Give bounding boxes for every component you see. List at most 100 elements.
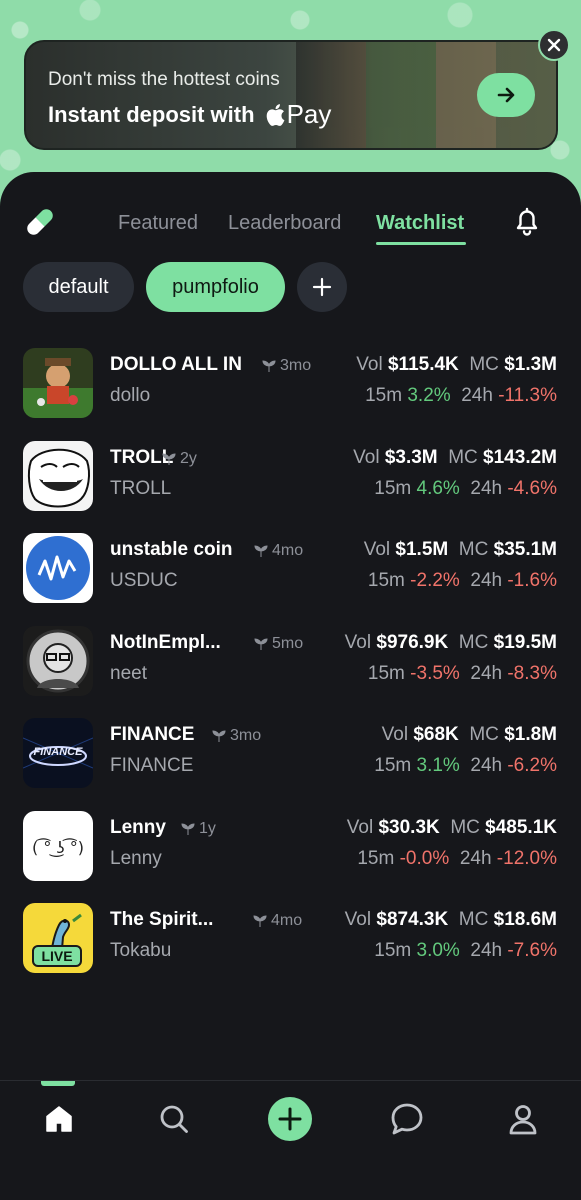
arrow-right-icon	[497, 87, 515, 103]
coin-vol-mc: Vol $68K MC $1.8M	[382, 724, 557, 746]
coin-age: 2y	[162, 450, 197, 468]
h24-change: -8.3%	[507, 663, 557, 684]
h24-change: -6.2%	[507, 755, 557, 776]
m15-label: 15m	[365, 385, 403, 406]
coin-ticker: FINANCE	[110, 755, 194, 776]
mc-label: MC	[469, 724, 499, 745]
pill-logo-icon	[26, 208, 54, 236]
vol-value: $1.5M	[395, 539, 449, 560]
coin-row[interactable]: FINANCE FINANCE FINANCE 3mo Vol $68K MC $1.8…	[0, 718, 581, 798]
coin-row[interactable]: unstable coin USDUC 4mo Vol $1.5M MC $35.1M…	[0, 533, 581, 613]
banner-close-button[interactable]	[538, 29, 570, 61]
h24-label: 24h	[470, 478, 503, 499]
coin-name: unstable coin	[110, 539, 233, 560]
h24-label: 24h	[459, 848, 492, 869]
vol-value: $68K	[413, 724, 459, 745]
nav-create[interactable]	[268, 1097, 312, 1141]
coin-vol-mc: Vol $1.5M MC $35.1M	[364, 539, 557, 561]
coin-name: DOLLO ALL IN	[110, 354, 242, 375]
coin-row[interactable]: ( ͡° ͜ʖ ͡°) Lenny Lenny 1y Vol $30.3K MC $48…	[0, 811, 581, 891]
h24-change: -7.6%	[507, 940, 557, 961]
active-tab-underline	[376, 242, 466, 245]
m15-change: 4.6%	[416, 478, 460, 499]
tab-featured[interactable]: Featured	[118, 212, 198, 235]
coin-avatar: FINANCE	[23, 718, 93, 788]
coin-age: 1y	[181, 820, 216, 838]
mc-value: $1.3M	[504, 354, 557, 375]
apple-icon	[266, 103, 284, 126]
vol-label: Vol	[353, 447, 380, 468]
coin-name: Lenny	[110, 817, 166, 838]
coin-vol-mc: Vol $30.3K MC $485.1K	[347, 817, 557, 839]
coin-row[interactable]: TROLL TROLL 2y Vol $3.3M MC $143.2M 15m 4.6%…	[0, 441, 581, 521]
h24-label: 24h	[470, 663, 503, 684]
m15-label: 15m	[374, 478, 412, 499]
lenny-face-text: ( ͡° ͜ʖ ͡°)	[32, 837, 84, 858]
bell-icon[interactable]	[510, 204, 544, 238]
tab-leaderboard[interactable]: Leaderboard	[228, 212, 341, 235]
nav-home[interactable]	[37, 1097, 81, 1141]
m15-change: -0.0%	[399, 848, 450, 869]
coin-changes: 15m 3.1% 24h -6.2%	[374, 755, 557, 777]
tab-watchlist[interactable]: Watchlist	[376, 212, 464, 235]
vol-value: $874.3K	[376, 909, 449, 930]
sprout-icon	[254, 638, 268, 650]
sprout-icon	[262, 360, 276, 372]
coin-changes: 15m 3.0% 24h -7.6%	[374, 940, 557, 962]
sprout-icon	[254, 545, 268, 557]
mc-label: MC	[469, 354, 499, 375]
watchlist-chip-default[interactable]: default	[23, 262, 134, 312]
sprout-icon	[253, 915, 267, 927]
mc-value: $35.1M	[493, 539, 557, 560]
vol-label: Vol	[346, 817, 374, 838]
m15-change: -2.2%	[410, 570, 460, 591]
watchlist-chip-pumpfolio[interactable]: pumpfolio	[146, 262, 285, 312]
mc-value: $143.2M	[483, 447, 557, 468]
profile-icon	[509, 1105, 537, 1135]
coin-ticker: dollo	[110, 385, 151, 406]
coin-vol-mc: Vol $115.4K MC $1.3M	[356, 354, 557, 376]
banner-deposit-text: Instant deposit with	[48, 101, 255, 127]
nav-profile[interactable]	[501, 1097, 545, 1141]
coin-avatar	[23, 626, 93, 696]
coin-row[interactable]: DOLLO ALL IN dollo 3mo Vol $115.4K MC $1.3M…	[0, 348, 581, 428]
search-icon	[160, 1105, 188, 1133]
coin-vol-mc: Vol $976.9K MC $19.5M	[345, 632, 557, 654]
h24-change: -12.0%	[496, 848, 557, 869]
coin-age: 3mo	[212, 727, 261, 745]
coin-age-text: 5mo	[272, 635, 304, 652]
mc-label: MC	[448, 447, 478, 468]
coin-age-text: 3mo	[280, 357, 312, 374]
apple-pay-label: Pay	[286, 99, 332, 129]
coin-changes: 15m -2.2% 24h -1.6%	[368, 570, 557, 592]
coin-ticker: USDUC	[110, 570, 178, 591]
coin-age: 3mo	[262, 357, 311, 375]
coin-changes: 15m -3.5% 24h -8.3%	[368, 663, 557, 685]
sprout-icon	[212, 730, 226, 742]
active-nav-indicator	[41, 1081, 75, 1086]
finance-logo-text: FINANCE	[34, 746, 84, 758]
nav-search[interactable]	[152, 1097, 196, 1141]
apple-pay-logo: Pay	[265, 99, 332, 130]
banner-arrow-button[interactable]	[477, 73, 535, 117]
coin-row[interactable]: LIVE The Spirit... Tokabu 4mo Vol $874.3K MC…	[0, 903, 581, 983]
coin-name: The Spirit...	[110, 909, 214, 930]
coin-avatar	[23, 348, 93, 418]
coin-age: 5mo	[254, 635, 303, 653]
vol-label: Vol	[344, 632, 372, 653]
m15-label: 15m	[367, 663, 405, 684]
vol-label: Vol	[381, 724, 409, 745]
coin-changes: 15m -0.0% 24h -12.0%	[357, 848, 557, 870]
coin-ticker: Lenny	[110, 848, 162, 869]
add-watchlist-button[interactable]	[297, 262, 347, 312]
coin-changes: 15m 3.2% 24h -11.3%	[365, 385, 557, 407]
coin-age: 4mo	[253, 912, 302, 930]
vol-value: $30.3K	[378, 817, 440, 838]
banner-subheadline: Instant deposit with Pay	[48, 99, 331, 130]
coin-changes: 15m 4.6% 24h -4.6%	[374, 478, 557, 500]
vol-label: Vol	[356, 354, 383, 375]
coin-row[interactable]: NotInEmpl... neet 5mo Vol $976.9K MC $19.5M…	[0, 626, 581, 706]
m15-change: 3.0%	[416, 940, 460, 961]
nav-chat[interactable]	[385, 1097, 429, 1141]
live-badge: LIVE	[32, 945, 82, 967]
